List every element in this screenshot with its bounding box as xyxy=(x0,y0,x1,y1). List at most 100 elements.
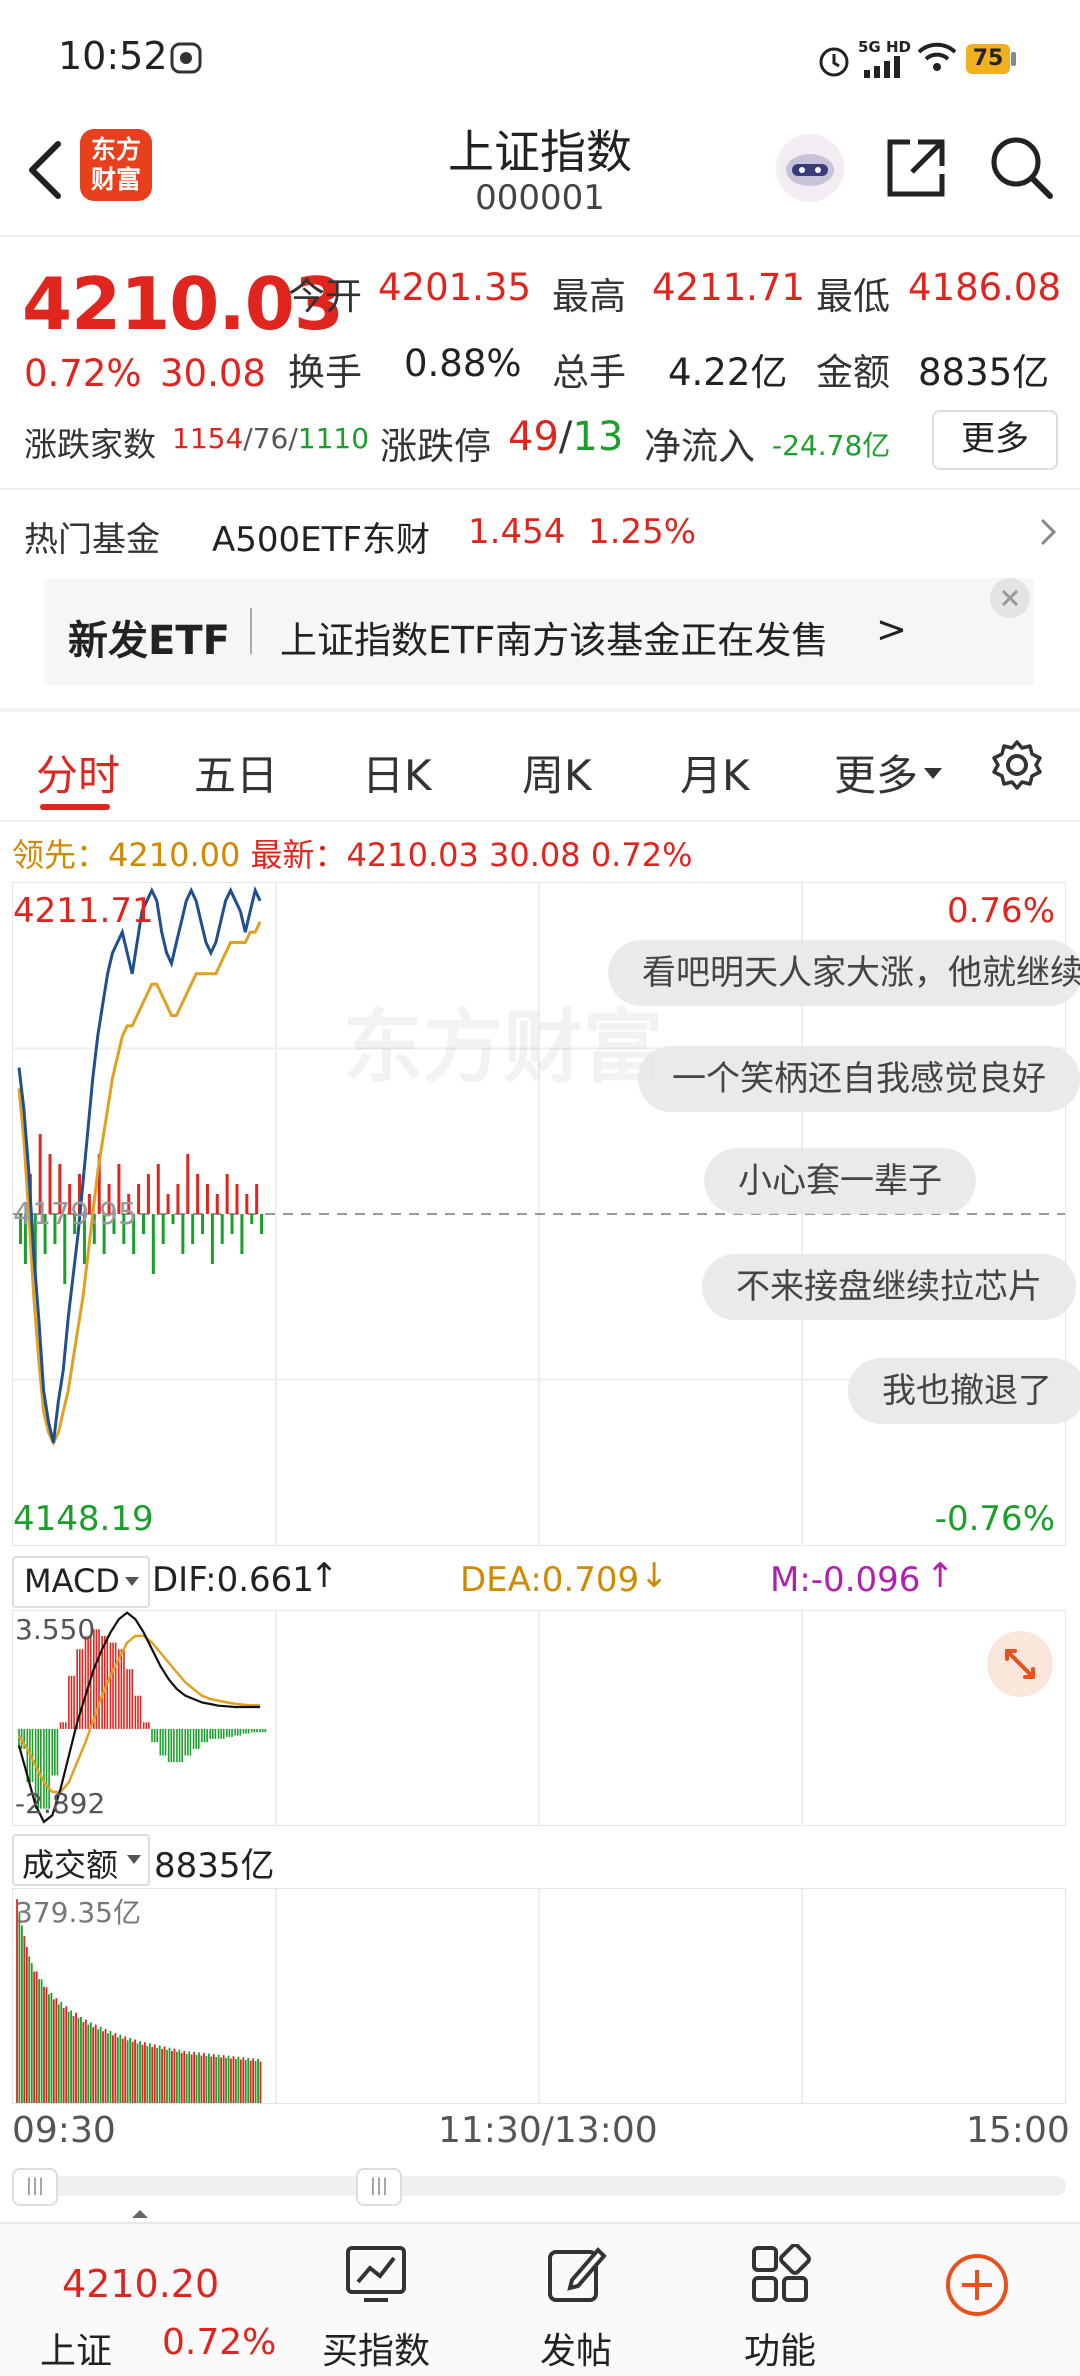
dropdown-icon xyxy=(127,1855,141,1864)
hot-fund-label: 热门基金 xyxy=(24,520,160,560)
divider xyxy=(0,820,1080,822)
index-pct[interactable]: 0.72% xyxy=(162,2322,276,2363)
limit-label: 涨跌停 xyxy=(380,425,491,468)
watermark: 东方财富 xyxy=(343,1001,663,1094)
more-button[interactable]: 更多 xyxy=(932,410,1058,470)
close-icon[interactable] xyxy=(988,576,1032,620)
banner-arrow: > xyxy=(876,608,908,651)
fund-flow-bar xyxy=(171,1214,175,1224)
up-arrow-icon: ↑ xyxy=(926,1556,955,1596)
chart-info-line: 领先：4210.00 最新：4210.03 30.08 0.72% xyxy=(12,836,693,874)
dropdown-icon xyxy=(125,1577,139,1586)
change-value: 30.08 xyxy=(160,352,266,395)
gear-icon[interactable] xyxy=(990,738,1044,792)
range-handle-right[interactable]: ||| xyxy=(356,2168,402,2206)
battery-tip xyxy=(1011,52,1016,66)
caret-up-icon[interactable] xyxy=(130,2208,150,2220)
volume-name: 成交额 xyxy=(22,1846,119,1884)
fund-flow-bar xyxy=(201,1214,205,1234)
buy-index-label: 买指数 xyxy=(322,2331,431,2372)
macd-header: MACD DIF:0.661 ↑ DEA:0.709 ↓ M:-0.096 ↑ xyxy=(12,1554,1066,1608)
y-top-label: 4211.71 xyxy=(13,891,154,931)
fund-flow-bar xyxy=(161,1214,165,1244)
post-button[interactable]: 发帖 xyxy=(536,2244,616,2372)
low-value: 4186.08 xyxy=(908,266,1062,309)
comment-bubble[interactable]: 不来接盘继续拉芯片 xyxy=(702,1254,1076,1320)
time-end: 15:00 xyxy=(966,2110,1070,2151)
tab-more[interactable]: 更多 xyxy=(834,742,918,803)
up-arrow-icon: ↑ xyxy=(310,1556,339,1596)
fund-flow-bar xyxy=(255,1184,259,1214)
fund-flow-bar xyxy=(181,1214,185,1254)
breadth-label: 涨跌家数 xyxy=(24,425,156,464)
index-name[interactable]: 上证 xyxy=(40,2322,112,2374)
notification-icon xyxy=(170,42,202,74)
top-header: 东方财富 上证指数 000001 xyxy=(0,110,1080,237)
fund-flow-bar xyxy=(137,1184,141,1214)
hot-fund-price: 1.454 xyxy=(468,512,566,552)
dea-value: DEA:0.709 xyxy=(460,1560,640,1600)
low-label: 最低 xyxy=(816,275,890,318)
tab-weekly-k[interactable]: 周K xyxy=(522,742,592,803)
change-pct: 0.72% xyxy=(24,352,142,395)
macd-chart[interactable]: 3.550 -2.892 xyxy=(12,1610,1066,1826)
buy-index-button[interactable]: 买指数 xyxy=(322,2244,432,2372)
open-value: 4201.35 xyxy=(378,266,532,309)
tab-monthly-k[interactable]: 月K xyxy=(680,742,750,803)
macd-y-top: 3.550 xyxy=(15,1613,96,1646)
search-icon[interactable] xyxy=(986,132,1058,204)
index-price[interactable]: 4210.20 xyxy=(62,2262,219,2306)
fund-flow-bar xyxy=(220,1214,224,1244)
grid-icon xyxy=(752,2244,811,2302)
battery-icon: 75 xyxy=(966,44,1010,74)
dropdown-icon xyxy=(924,768,942,779)
amount-label: 金额 xyxy=(816,351,890,394)
volume-value: 4.22亿 xyxy=(668,351,788,394)
expand-icon[interactable] xyxy=(985,1629,1055,1699)
fund-flow-bar xyxy=(191,1214,195,1244)
fund-flow-bar xyxy=(210,1214,214,1264)
range-slider-track[interactable] xyxy=(12,2176,1066,2196)
tab-daily-k[interactable]: 日K xyxy=(362,742,432,803)
fund-flow-bar xyxy=(235,1184,239,1214)
fund-flow-bar xyxy=(245,1194,249,1214)
fund-flow-bar xyxy=(176,1184,180,1214)
range-handle-left[interactable]: ||| xyxy=(12,2168,58,2206)
inflow-label: 净流入 xyxy=(644,425,755,468)
limit-values: 49/13 xyxy=(508,414,624,460)
post-label: 发帖 xyxy=(540,2331,613,2372)
volume-selector[interactable]: 成交额 xyxy=(12,1834,150,1886)
share-icon[interactable] xyxy=(880,132,952,204)
volume-chart-svg xyxy=(16,1889,803,2103)
macd-y-bottom: -2.892 xyxy=(15,1787,106,1820)
pct-top-label: 0.76% xyxy=(946,891,1055,931)
fund-flow-bar xyxy=(240,1214,244,1254)
comment-bubble[interactable]: 小心套一辈子 xyxy=(704,1148,976,1214)
volume-value: 8835亿 xyxy=(154,1846,275,1886)
add-icon[interactable] xyxy=(944,2252,1010,2318)
fund-flow-bar xyxy=(156,1164,160,1214)
hot-fund-row[interactable]: 热门基金 A500ETF东财 1.454 1.25% xyxy=(0,490,1080,576)
wifi-icon xyxy=(917,42,957,71)
function-button[interactable]: 功能 xyxy=(740,2244,820,2372)
pct-bottom-label: -0.76% xyxy=(934,1499,1055,1539)
tab-five-day[interactable]: 五日 xyxy=(194,742,278,803)
status-time: 10:52 xyxy=(58,34,168,78)
comment-bubble[interactable]: 我也撤退了 xyxy=(848,1358,1080,1424)
volume-chart[interactable]: 379.35亿 xyxy=(12,1888,1066,2104)
fund-flow-bar xyxy=(250,1214,254,1224)
fund-flow-bar xyxy=(146,1174,150,1214)
macd-selector[interactable]: MACD xyxy=(12,1556,150,1608)
volume-label: 总手 xyxy=(552,351,626,394)
fund-flow-bar xyxy=(151,1214,155,1274)
robot-assistant-icon[interactable] xyxy=(772,130,848,206)
banner-separator xyxy=(250,608,252,654)
new-etf-banner[interactable]: 新发ETF 上证指数ETF南方该基金正在发售 > xyxy=(44,578,1034,686)
edit-icon xyxy=(548,2247,607,2302)
fund-flow-bar xyxy=(166,1194,170,1214)
macd-name: MACD xyxy=(24,1562,120,1600)
comment-bubble[interactable]: 一个笑柄还自我感觉良好 xyxy=(638,1046,1080,1112)
fund-flow-bar xyxy=(142,1214,145,1234)
tab-intraday[interactable]: 分时 xyxy=(36,742,120,803)
comment-bubble[interactable]: 看吧明天人家大涨，他就继续 xyxy=(608,940,1080,1006)
